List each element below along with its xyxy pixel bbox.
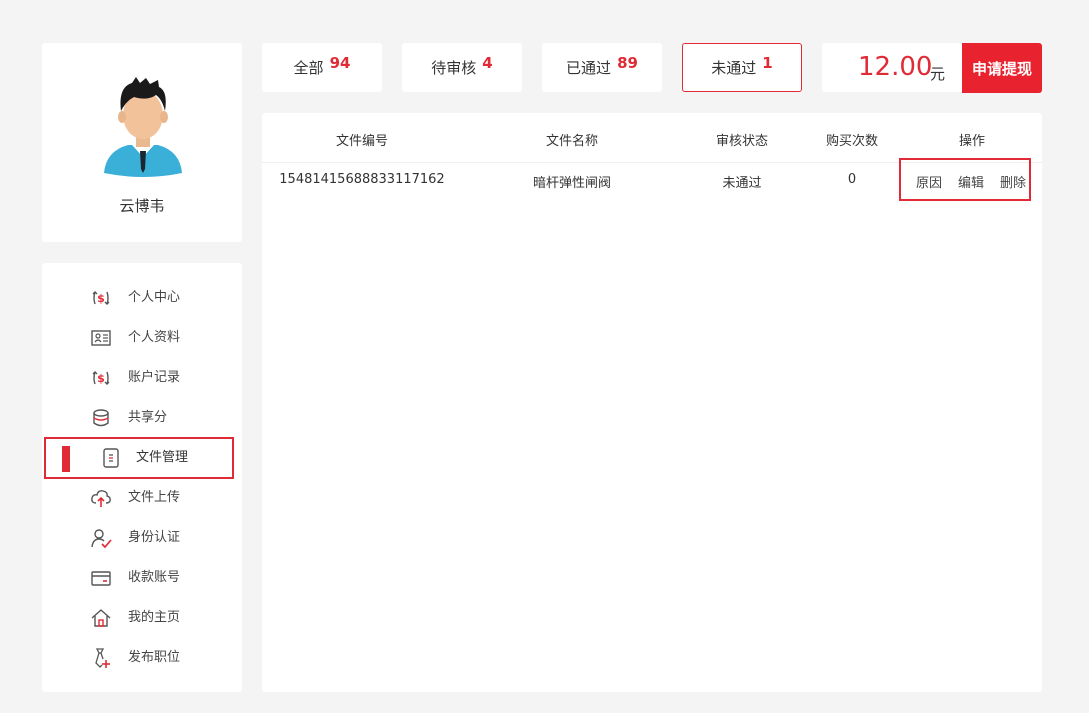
sidebar-item-label: 账户记录 bbox=[128, 370, 181, 385]
column-header-actions: 操作 bbox=[958, 134, 985, 149]
column-header-purchases: 购买次数 bbox=[825, 134, 878, 149]
reason-link[interactable]: 原因 bbox=[916, 172, 942, 191]
cell-status: 未通过 bbox=[722, 176, 762, 191]
tab-count: 89 bbox=[617, 53, 638, 72]
tab-pending[interactable]: 待审核 4 bbox=[402, 43, 522, 92]
home-icon bbox=[91, 609, 111, 627]
sidebar-item-file-management[interactable]: 文件管理 bbox=[44, 437, 234, 479]
tie-plus-icon bbox=[95, 648, 110, 668]
tab-count: 1 bbox=[762, 53, 773, 72]
tab-approved[interactable]: 已通过 89 bbox=[542, 43, 662, 92]
cell-purchases: 0 bbox=[847, 172, 857, 187]
sidebar-item-label: 发布职位 bbox=[128, 650, 181, 665]
database-icon bbox=[93, 409, 109, 427]
sidebar-item-account-records[interactable]: $ 账户记录 bbox=[42, 358, 242, 398]
dollar-cycle-icon: $ bbox=[92, 371, 110, 385]
sidebar-item-shared-points[interactable]: 共享分 bbox=[42, 398, 242, 438]
cell-file-no: 15481415688833117162 bbox=[279, 172, 445, 187]
sidebar-item-file-upload[interactable]: 文件上传 bbox=[42, 478, 242, 518]
tab-label: 全部 bbox=[293, 59, 324, 77]
card-icon bbox=[91, 571, 111, 586]
profile-card: 云博韦 bbox=[42, 43, 242, 242]
svg-text:$: $ bbox=[97, 292, 105, 305]
sidebar-menu: $ 个人中心 个人资料 $ 账户记录 共享分 文件管理 文件上传 身份认证 收款… bbox=[42, 263, 242, 692]
tab-label: 已通过 bbox=[566, 59, 612, 77]
sidebar-item-label: 文件管理 bbox=[136, 450, 189, 465]
sidebar-item-label: 共享分 bbox=[128, 410, 168, 425]
svg-text:$: $ bbox=[97, 372, 105, 385]
username: 云博韦 bbox=[119, 197, 165, 215]
sidebar-item-my-homepage[interactable]: 我的主页 bbox=[42, 598, 242, 638]
withdraw-button[interactable]: 申请提现 bbox=[962, 43, 1042, 93]
avatar bbox=[104, 77, 182, 177]
user-check-icon bbox=[91, 529, 112, 549]
dollar-cycle-icon: $ bbox=[92, 291, 110, 305]
sidebar-item-personal-center[interactable]: $ 个人中心 bbox=[42, 278, 242, 318]
cloud-upload-icon bbox=[91, 490, 111, 507]
document-icon bbox=[103, 448, 119, 468]
tab-count: 94 bbox=[329, 53, 351, 72]
delete-link[interactable]: 删除 bbox=[1000, 172, 1026, 191]
sidebar-item-label: 个人中心 bbox=[128, 290, 181, 305]
tab-label: 未通过 bbox=[711, 59, 757, 77]
tab-count: 4 bbox=[482, 53, 493, 72]
tab-all[interactable]: 全部 94 bbox=[262, 43, 382, 92]
sidebar-item-label: 个人资料 bbox=[128, 330, 181, 345]
sidebar-item-label: 文件上传 bbox=[128, 490, 181, 505]
balance-unit: 元 bbox=[930, 65, 946, 83]
column-header-status: 审核状态 bbox=[715, 134, 768, 149]
sidebar-item-label: 我的主页 bbox=[128, 610, 181, 625]
file-table: 文件编号 文件名称 审核状态 购买次数 操作 15481415688833117… bbox=[262, 113, 1042, 692]
sidebar-item-label: 收款账号 bbox=[128, 570, 181, 585]
column-header-file-name: 文件名称 bbox=[545, 134, 598, 149]
active-indicator bbox=[62, 446, 70, 472]
tab-label: 待审核 bbox=[431, 59, 477, 77]
sidebar-item-label: 身份认证 bbox=[128, 530, 181, 545]
sidebar-item-identity-verification[interactable]: 身份认证 bbox=[42, 518, 242, 558]
balance-amount: 12.00 bbox=[858, 52, 933, 82]
balance-box: 12.00 元 bbox=[822, 43, 962, 92]
sidebar-item-profile[interactable]: 个人资料 bbox=[42, 318, 242, 358]
edit-link[interactable]: 编辑 bbox=[958, 172, 984, 191]
tab-rejected[interactable]: 未通过 1 bbox=[682, 43, 802, 92]
sidebar-item-payment-account[interactable]: 收款账号 bbox=[42, 558, 242, 598]
id-card-icon bbox=[91, 330, 111, 346]
sidebar-item-post-job[interactable]: 发布职位 bbox=[42, 638, 242, 678]
column-header-file-no: 文件编号 bbox=[335, 134, 388, 149]
cell-file-name: 暗杆弹性闸阀 bbox=[532, 176, 611, 191]
